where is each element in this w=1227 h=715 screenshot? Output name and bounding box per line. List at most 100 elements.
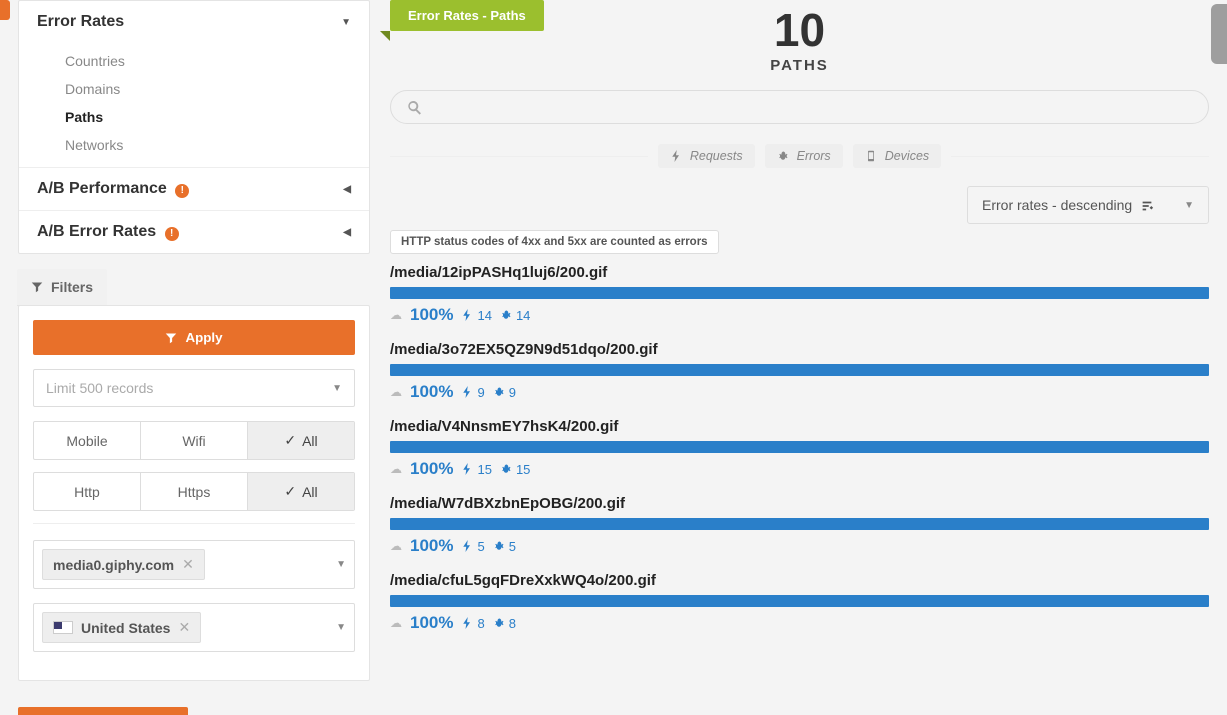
path-stats: ☁100%1515	[390, 459, 1209, 479]
country-filter-select[interactable]: United States ✕ ▼	[33, 603, 355, 652]
domain-filter-select[interactable]: media0.giphy.com ✕ ▼	[33, 540, 355, 589]
bolt-icon	[461, 463, 473, 475]
nav-item-networks[interactable]: Networks	[31, 131, 369, 159]
caret-down-icon: ▼	[1184, 200, 1194, 211]
bug-icon	[500, 463, 512, 475]
left-edge-tab[interactable]	[0, 0, 10, 20]
remove-tag-icon[interactable]: ✕	[182, 556, 194, 573]
requests-value: 5	[477, 539, 484, 554]
path-title[interactable]: /media/cfuL5gqFDreXxkWQ4o/200.gif	[390, 572, 1209, 589]
caret-down-icon: ▼	[332, 383, 342, 394]
pill-requests[interactable]: Requests	[658, 144, 755, 168]
limit-select[interactable]: Limit 500 records ▼	[33, 369, 355, 407]
nav-group-ab-error-rates[interactable]: A/B Error Rates ! ◀	[19, 210, 369, 253]
requests-value: 14	[477, 308, 491, 323]
nav-item-domains[interactable]: Domains	[31, 75, 369, 103]
remove-tag-icon[interactable]: ✕	[178, 619, 190, 636]
seg-wifi[interactable]: Wifi	[141, 422, 248, 459]
error-rate-pct: 100%	[410, 382, 453, 402]
requests-value: 15	[477, 462, 491, 477]
filters-header: Filters	[17, 269, 107, 306]
search-box[interactable]	[390, 90, 1209, 124]
check-icon: ✓	[284, 432, 296, 449]
cloud-icon: ☁	[390, 616, 402, 630]
error-rate-bar	[390, 518, 1209, 530]
nav-item-countries[interactable]: Countries	[31, 47, 369, 75]
path-title[interactable]: /media/12ipPASHq1luj6/200.gif	[390, 264, 1209, 281]
path-stats: ☁100%55	[390, 536, 1209, 556]
errors-value: 15	[516, 462, 530, 477]
cloud-icon: ☁	[390, 308, 402, 322]
errors-value: 14	[516, 308, 530, 323]
filters-panel: Apply Limit 500 records ▼ Mobile Wifi ✓ …	[18, 305, 370, 681]
ribbon-wrap: Error Rates - Paths	[390, 0, 1209, 31]
seg-https[interactable]: Https	[141, 473, 248, 510]
bug-icon	[500, 309, 512, 321]
search-icon	[407, 100, 422, 115]
caret-left-icon: ◀	[343, 184, 351, 195]
cloud-icon: ☁	[390, 539, 402, 553]
bolt-icon	[461, 617, 473, 629]
errors-metric: 5	[493, 539, 516, 554]
seg-all-conn[interactable]: ✓ All	[248, 422, 354, 459]
path-item: /media/V4NnsmEY7hsK4/200.gif☁100%1515	[390, 418, 1209, 479]
bolt-icon	[461, 309, 473, 321]
seg-http[interactable]: Http	[34, 473, 141, 510]
path-title[interactable]: /media/V4NnsmEY7hsK4/200.gif	[390, 418, 1209, 435]
error-rate-pct: 100%	[410, 459, 453, 479]
divider	[33, 523, 355, 524]
bug-icon	[493, 540, 505, 552]
nav-group-title: A/B Performance !	[37, 180, 189, 198]
path-title[interactable]: /media/3o72EX5QZ9N9d51dqo/200.gif	[390, 341, 1209, 358]
path-title[interactable]: /media/W7dBXzbnEpOBG/200.gif	[390, 495, 1209, 512]
requests-value: 9	[477, 385, 484, 400]
requests-metric: 15	[461, 462, 491, 477]
requests-metric: 9	[461, 385, 484, 400]
us-flag-icon	[53, 621, 73, 634]
apply-button-label: Apply	[185, 330, 222, 345]
nav-group-error-rates[interactable]: Error Rates ▼	[19, 1, 369, 43]
warning-icon: !	[175, 184, 189, 198]
info-tooltip: HTTP status codes of 4xx and 5xx are cou…	[390, 230, 719, 254]
seg-all-label: All	[302, 433, 318, 449]
apply-button[interactable]: Apply	[33, 320, 355, 355]
error-rate-bar	[390, 441, 1209, 453]
nav-sub-error-rates: Countries Domains Paths Networks	[19, 43, 369, 167]
errors-value: 8	[509, 616, 516, 631]
nav-panel: Error Rates ▼ Countries Domains Paths Ne…	[18, 0, 370, 254]
errors-metric: 15	[500, 462, 530, 477]
nav-group-ab-performance[interactable]: A/B Performance ! ◀	[19, 167, 369, 210]
right-scroll-handle[interactable]	[1211, 4, 1227, 64]
seg-mobile[interactable]: Mobile	[34, 422, 141, 459]
requests-metric: 5	[461, 539, 484, 554]
paths-list: /media/12ipPASHq1luj6/200.gif ☁ 100% 14 14/m…	[390, 264, 1209, 633]
filter-icon	[31, 281, 43, 293]
path-item: /media/W7dBXzbnEpOBG/200.gif☁100%55	[390, 495, 1209, 556]
errors-value: 5	[509, 539, 516, 554]
filter-icon	[165, 332, 177, 344]
errors-metric: 9	[493, 385, 516, 400]
warning-icon: !	[165, 227, 179, 241]
nav-item-paths[interactable]: Paths	[31, 103, 369, 131]
pill-devices[interactable]: Devices	[853, 144, 941, 168]
metric-pills: Requests Errors Devices	[390, 144, 1209, 168]
error-rate-pct: 100%	[410, 613, 453, 633]
pill-label: Devices	[885, 149, 929, 163]
sort-label: Error rates - descending	[982, 197, 1132, 213]
main-content: Error Rates - Paths 10 PATHS Requests Er…	[390, 0, 1209, 662]
check-icon: ✓	[284, 483, 296, 500]
domain-tag: media0.giphy.com ✕	[42, 549, 205, 580]
country-tag: United States ✕	[42, 612, 201, 643]
seg-all-proto[interactable]: ✓ All	[248, 473, 354, 510]
search-input[interactable]	[432, 99, 1192, 115]
section-ribbon: Error Rates - Paths	[390, 0, 544, 31]
limit-placeholder: Limit 500 records	[46, 380, 153, 396]
path-item: /media/cfuL5gqFDreXxkWQ4o/200.gif☁100%88	[390, 572, 1209, 633]
pill-errors[interactable]: Errors	[765, 144, 843, 168]
sort-dropdown[interactable]: Error rates - descending ▼	[967, 186, 1209, 224]
filters-header-label: Filters	[51, 279, 93, 295]
error-rate-bar	[390, 595, 1209, 607]
hero-caption: PATHS	[390, 57, 1209, 74]
nav-group-label: A/B Performance	[37, 180, 167, 197]
caret-down-icon: ▼	[341, 17, 351, 28]
